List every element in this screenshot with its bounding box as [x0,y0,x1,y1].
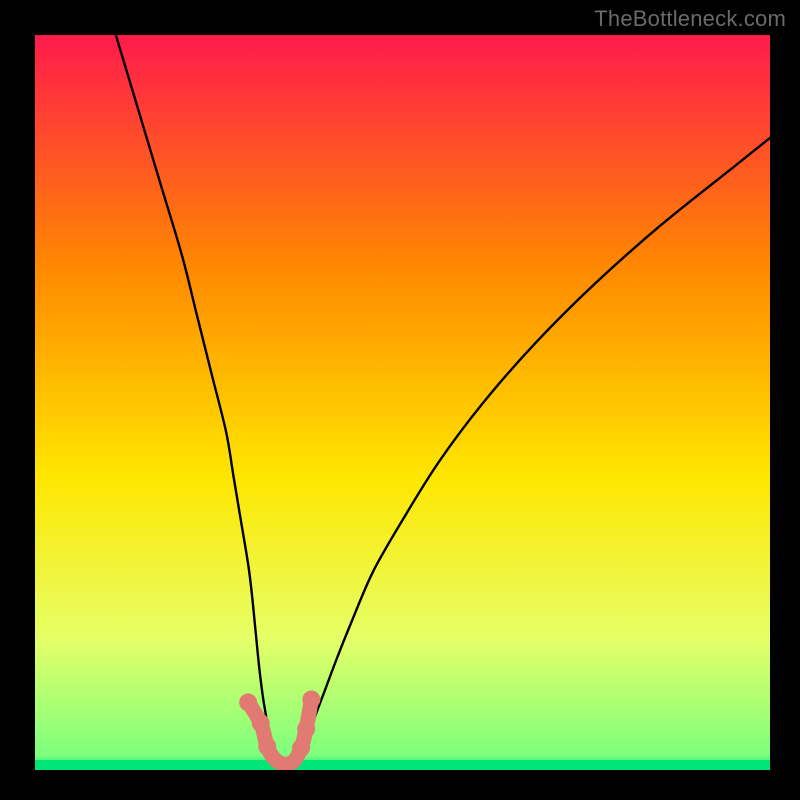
trough-dot [258,737,276,755]
trough-dot [302,690,320,708]
green-floor [35,760,770,770]
bottleneck-chart [0,0,800,800]
trough-dot [297,720,315,738]
chart-frame: TheBottleneck.com [0,0,800,800]
trough-dot [252,714,270,732]
gradient-background [35,35,770,770]
trough-dot [239,693,257,711]
trough-dot [292,739,310,757]
